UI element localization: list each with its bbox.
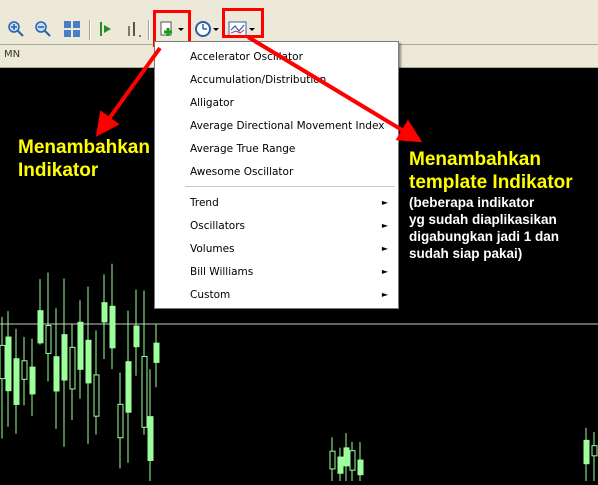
arrow-to-templates xyxy=(246,35,423,143)
annotation-left-line2: Indikator xyxy=(18,160,99,181)
annotation-left-line1: Menambahkan xyxy=(18,137,150,158)
annotation-right-line2: template Indikator xyxy=(409,172,573,193)
annotation-desc-line3: digabungkan jadi 1 dan xyxy=(409,229,560,244)
arrow-to-indicators xyxy=(95,46,162,137)
annotation-desc-line4: sudah siap pakai) xyxy=(409,246,523,261)
annotation-desc-line1: (beberapa indikator xyxy=(409,195,535,210)
annotation-template-description: (beberapa indikator yg sudah diaplikasik… xyxy=(409,194,559,262)
annotation-desc-line2: yg sudah diaplikasikan xyxy=(409,212,557,227)
annotation-right-line1: Menambahkan xyxy=(409,149,541,170)
annotation-add-indicator: Menambahkan Indikator xyxy=(18,136,150,182)
annotation-add-template: Menambahkan template Indikator xyxy=(409,148,573,194)
